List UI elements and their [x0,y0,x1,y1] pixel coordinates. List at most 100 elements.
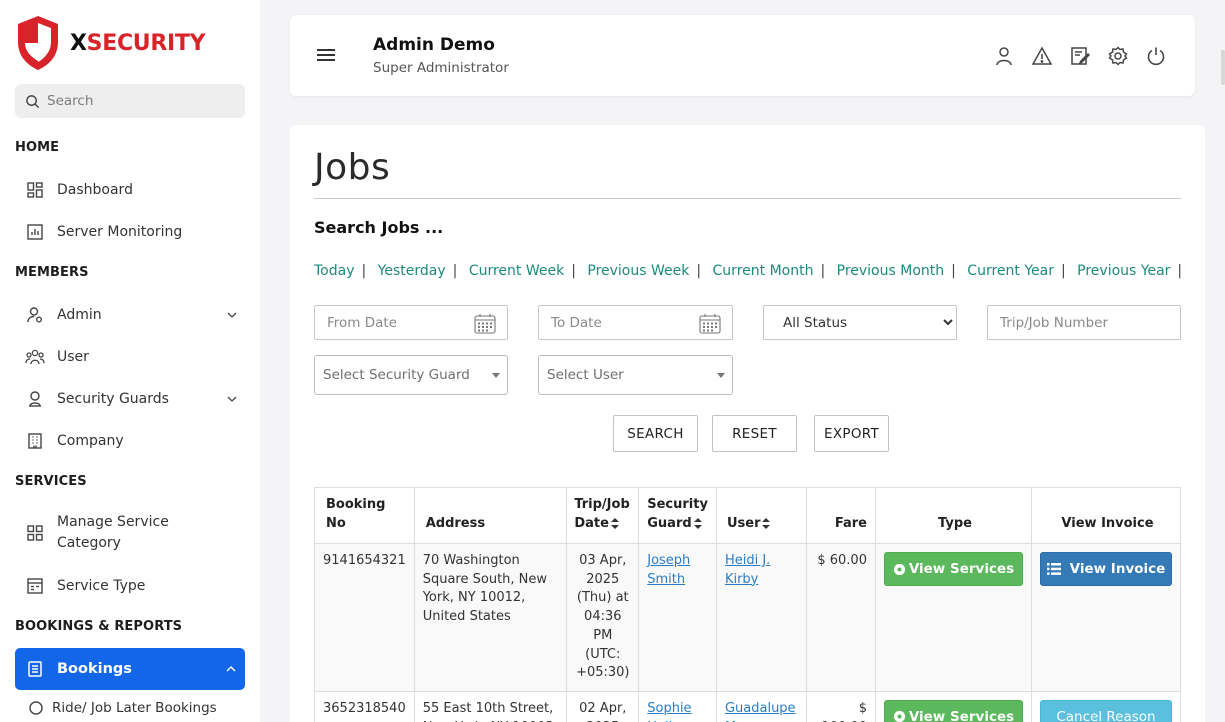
jobs-table: Booking No Address Trip/Job Date Security… [314,487,1182,722]
list-icon [1046,563,1061,575]
sort-icon [693,518,702,529]
job-number-field [987,305,1181,340]
sidebar-item-label: Admin [57,307,102,323]
cancel-reason-button[interactable]: Cancel Reason [1039,699,1172,722]
user-role: Super Administrator [373,60,509,76]
chevron-up-icon [226,666,236,672]
export-button[interactable]: EXPORT [814,415,889,452]
sidebar-item-label: Server Monitoring [57,224,183,240]
search-heading: Search Jobs ... [314,218,444,237]
calendar-icon[interactable] [699,313,721,334]
filter-link-previous-month[interactable]: Previous Month [837,263,945,279]
admin-user-icon [24,304,46,326]
cell-type: View Services [874,690,1032,722]
gear-badge-icon [893,563,905,575]
cell-fare: $ 60.00 [805,543,876,692]
cell-trip-date: 02 Apr, 2025 [566,690,640,722]
cell-user: Guadalupe Mcgee [715,690,807,722]
reset-button[interactable]: RESET [712,415,797,452]
sidebar-search[interactable] [15,84,245,118]
view-services-button[interactable]: View Services [883,552,1023,586]
col-header-security-guard[interactable]: Security Guard [638,487,717,544]
search-button[interactable]: SEARCH [613,415,698,452]
power-icon[interactable] [1145,45,1167,67]
sidebar-item-user[interactable]: User [15,346,245,368]
brand-logo[interactable]: XSECURITY [14,14,206,72]
chart-icon [24,221,46,243]
cell-address: 55 East 10th Street, New York, NY 10003 [413,690,568,722]
sidebar-item-label: Security Guards [57,391,169,407]
job-number-input[interactable] [988,306,1180,339]
title-divider [314,198,1181,199]
quick-date-filters: Today | Yesterday | Current Week | Previous… [314,263,1183,279]
col-header-view-invoice: View Invoice [1030,487,1182,544]
sort-icon [610,518,619,529]
filter-link-current-month[interactable]: Current Month [713,263,814,279]
status-select[interactable]: All Status [764,306,956,339]
service-type-icon [24,575,46,597]
filter-link-previous-year[interactable]: Previous Year [1077,263,1170,279]
top-header: Admin Demo Super Administrator [290,15,1195,96]
col-header-booking-no: Booking No [314,487,415,544]
cell-invoice: View Invoice [1030,543,1182,692]
sidebar-item-bookings[interactable]: Bookings [15,648,245,690]
sidebar-item-admin[interactable]: Admin [15,304,245,326]
window-scrollbar[interactable] [1221,50,1225,85]
dropdown-caret-icon [717,373,725,378]
building-icon [24,430,46,452]
view-services-button[interactable]: View Services [883,699,1023,722]
search-icon [26,94,40,108]
cell-type: View Services [874,543,1032,692]
filter-link-previous-week[interactable]: Previous Week [587,263,689,279]
section-bookings-reports: BOOKINGS & REPORTS [15,619,183,634]
user-select[interactable]: Select User [538,355,733,395]
shield-logo-icon [18,16,58,70]
sidebar-item-manage-service-category[interactable]: Manage Service Category [15,512,245,554]
sidebar-item-company[interactable]: Company [15,430,245,452]
filter-link-current-week[interactable]: Current Week [469,263,564,279]
table-header-row: Booking No Address Trip/Job Date Security… [314,487,1182,544]
settings-icon[interactable] [1107,45,1129,67]
cell-booking-no: 9141654321 [314,543,415,692]
security-guard-select[interactable]: Select Security Guard [314,355,508,395]
col-header-type: Type [874,487,1032,544]
header-actions [993,45,1167,67]
sidebar-subitem-label: Ride/ Job Later Bookings [52,700,217,716]
user-link[interactable]: Heidi J. Kirby [725,553,770,587]
filter-link-today[interactable]: Today [314,263,355,279]
edit-note-icon[interactable] [1069,45,1091,67]
filter-link-yesterday[interactable]: Yesterday [378,263,446,279]
col-header-fare: Fare [805,487,876,544]
sidebar-item-label: Company [57,433,124,449]
sidebar-item-dashboard[interactable]: Dashboard [15,179,245,201]
section-services: SERVICES [15,474,87,489]
chevron-down-icon [227,312,237,318]
cell-user: Heidi J. Kirby [715,543,807,692]
menu-toggle-icon[interactable] [317,45,337,65]
cell-booking-no: 3652318540 [314,690,415,722]
sidebar-item-server-monitoring[interactable]: Server Monitoring [15,221,245,243]
cell-security-guard: Sophie Holloway [638,690,717,722]
dropdown-caret-icon [492,373,500,378]
category-grid-icon [24,522,46,544]
guard-icon [24,388,46,410]
warning-icon[interactable] [1031,45,1053,67]
guard-link[interactable]: Sophie Holloway [647,701,706,722]
table-row: 3652318540 55 East 10th Street, New York… [314,690,1182,722]
status-select-field: All Status [763,305,957,340]
user-icon[interactable] [993,45,1015,67]
sidebar-item-security-guards[interactable]: Security Guards [15,388,245,410]
view-invoice-button[interactable]: View Invoice [1039,552,1172,586]
sidebar-subitem-ride-later[interactable]: Ride/ Job Later Bookings [28,700,217,716]
sidebar-search-input[interactable] [47,93,227,109]
sidebar-item-label: Service Type [57,578,146,594]
user-link[interactable]: Guadalupe Mcgee [725,701,796,722]
guard-link[interactable]: Joseph Smith [647,553,690,587]
calendar-icon[interactable] [474,313,496,334]
col-header-user[interactable]: User [715,487,807,544]
filter-link-current-year[interactable]: Current Year [967,263,1054,279]
cell-address: 70 Washington Square South, New York, NY… [413,543,568,692]
col-header-trip-date[interactable]: Trip/Job Date [566,487,640,544]
gear-badge-icon [893,711,905,722]
sidebar-item-service-type[interactable]: Service Type [15,575,245,597]
